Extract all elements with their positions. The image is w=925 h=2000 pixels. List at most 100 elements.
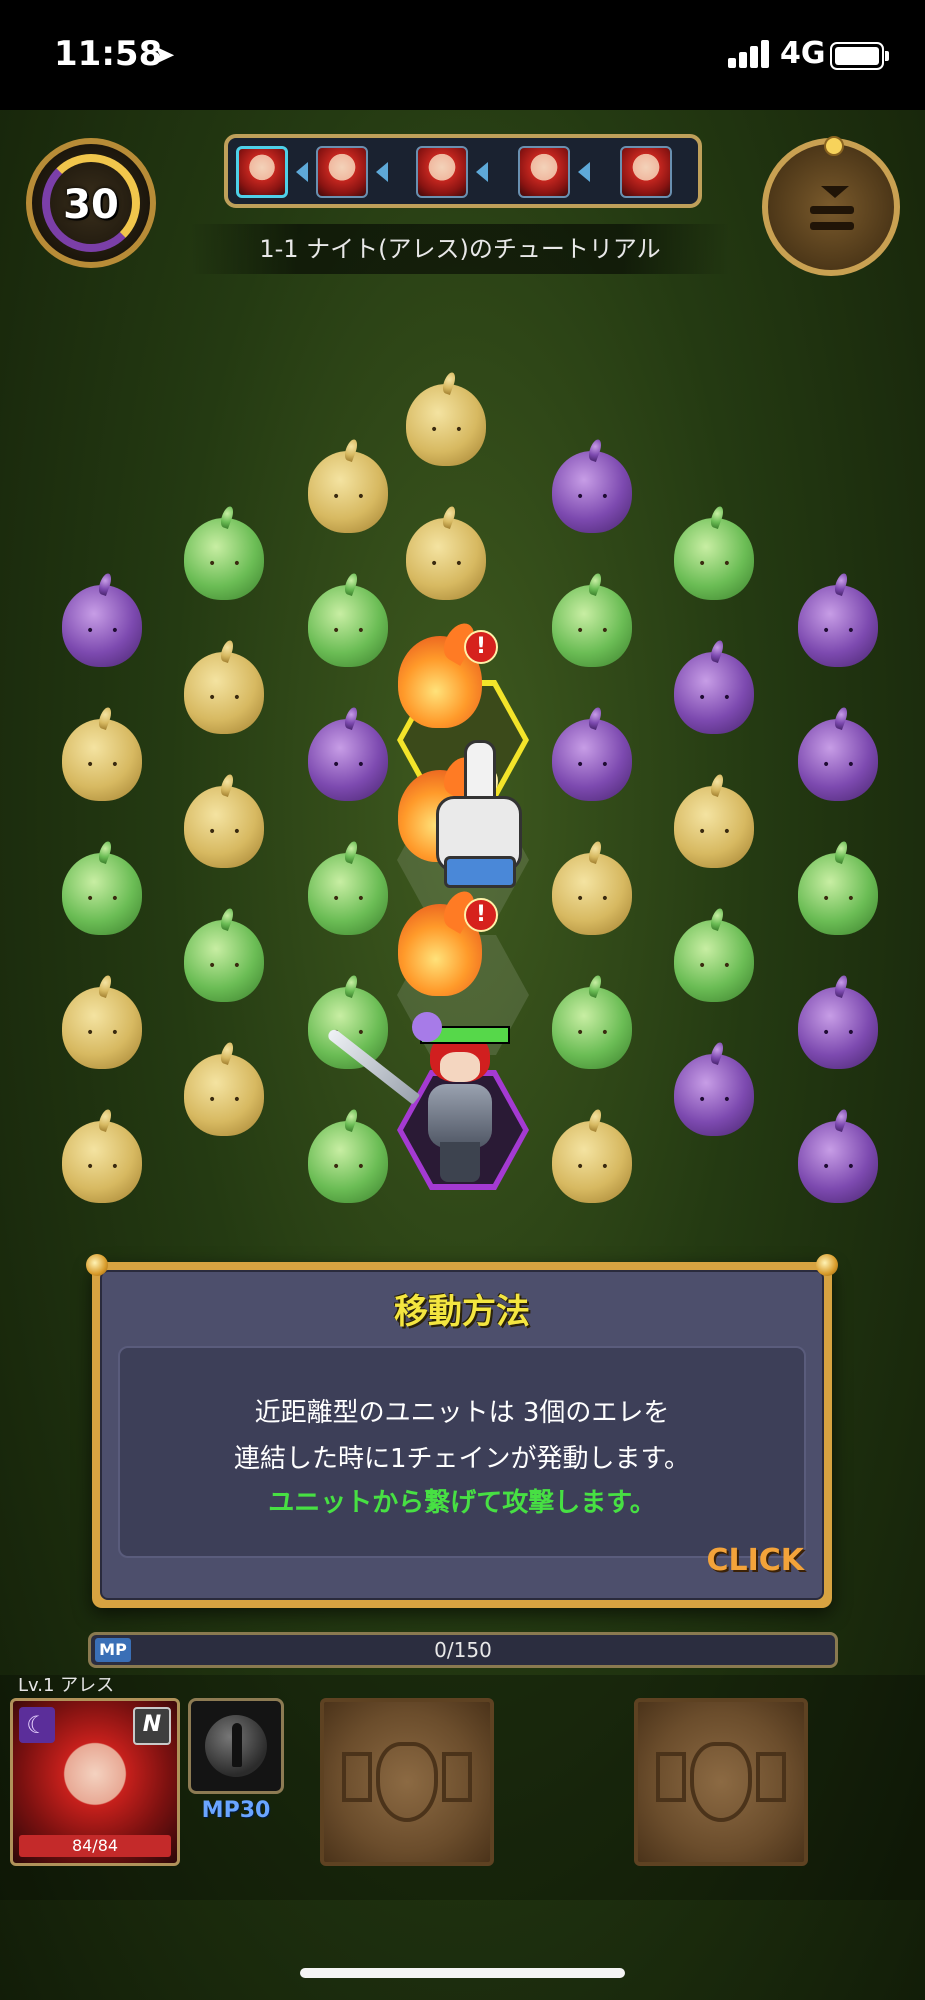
dialog-line-1: 近距離型のユニットは 3個のエレを bbox=[254, 1398, 670, 1428]
ele-tile[interactable]: • • bbox=[44, 561, 162, 679]
ele-tile[interactable]: • • bbox=[166, 762, 284, 880]
ele-tile[interactable]: • • bbox=[780, 561, 898, 679]
menu-arrow-icon bbox=[821, 186, 849, 198]
yellow-ele-icon: • • bbox=[62, 719, 142, 801]
yellow-ele-icon: • • bbox=[184, 652, 264, 734]
location-arrow-icon: ➤ bbox=[152, 38, 176, 71]
dialog-line-2: 連結した時に1チェインが発動します。 bbox=[234, 1444, 690, 1474]
ele-tile[interactable]: • • bbox=[534, 427, 652, 545]
unit-level-name: Lv.1 アレス bbox=[18, 1675, 115, 1696]
menu-button[interactable] bbox=[762, 136, 900, 276]
purple-ele-icon: • • bbox=[552, 451, 632, 533]
ele-tile[interactable]: • • bbox=[166, 1030, 284, 1148]
sword-skill-icon bbox=[232, 1723, 242, 1767]
green-ele-icon: • • bbox=[552, 987, 632, 1069]
puzzle-board[interactable]: • • • • • • • • • • • • • • • • • • • • • •! • • • •… bbox=[0, 300, 925, 1300]
purple-ele-icon: • • bbox=[674, 1054, 754, 1136]
ele-tile[interactable]: • • bbox=[166, 628, 284, 746]
green-ele-icon: • • bbox=[308, 987, 388, 1069]
purple-ele-icon: • • bbox=[798, 719, 878, 801]
ele-tile[interactable]: • • bbox=[290, 1097, 408, 1215]
green-ele-icon: • • bbox=[184, 920, 264, 1002]
queue-portrait bbox=[416, 146, 468, 198]
unit-hp-text: 84/84 bbox=[71, 1836, 119, 1855]
queue-arrow-icon bbox=[476, 162, 488, 182]
dialog-line-3: ユニットから繋げて攻撃します。 bbox=[268, 1488, 656, 1518]
ele-tile[interactable]: • • bbox=[656, 896, 774, 1014]
ele-tile[interactable]: • • bbox=[44, 829, 162, 947]
status-bar: 11:58 ➤ 4G bbox=[0, 0, 925, 110]
click-prompt[interactable]: CLICK bbox=[706, 1543, 804, 1578]
yellow-ele-icon: • • bbox=[184, 1054, 264, 1136]
ele-tile[interactable]: • • bbox=[290, 829, 408, 947]
green-ele-icon: • • bbox=[62, 853, 142, 935]
corner-stud-icon bbox=[816, 1254, 838, 1276]
ele-tile[interactable]: • • bbox=[656, 1030, 774, 1148]
stage-title: 1-1 ナイト(アレス)のチュートリアル bbox=[190, 224, 730, 274]
menu-gem-icon bbox=[824, 136, 844, 156]
ele-tile[interactable]: • • bbox=[534, 695, 652, 813]
ele-tile[interactable]: • • bbox=[780, 695, 898, 813]
ele-tile[interactable]: • • bbox=[290, 561, 408, 679]
empty-unit-slot[interactable] bbox=[634, 1698, 808, 1866]
pet-icon bbox=[412, 1012, 442, 1042]
yellow-ele-icon: • • bbox=[308, 451, 388, 533]
yellow-ele-icon: • • bbox=[406, 518, 486, 600]
ele-tile[interactable]: • • bbox=[780, 829, 898, 947]
queue-portrait bbox=[236, 146, 288, 198]
ele-tile[interactable]: • • bbox=[534, 829, 652, 947]
game-screen: 11:58 ➤ 4G 30 1-1 ナイト(アレス)のチュートリアル • • •… bbox=[0, 0, 925, 2000]
ele-tile[interactable]: • • bbox=[44, 1097, 162, 1215]
ele-tile[interactable]: • • bbox=[166, 896, 284, 1014]
green-ele-icon: • • bbox=[308, 1121, 388, 1203]
rank-badge: N bbox=[133, 1707, 171, 1745]
corner-stud-icon bbox=[86, 1254, 108, 1276]
unit-hp-bar: 84/84 bbox=[19, 1835, 171, 1857]
skill-button[interactable] bbox=[188, 1698, 284, 1794]
green-ele-icon: • • bbox=[184, 518, 264, 600]
hero-unit[interactable] bbox=[400, 1030, 520, 1190]
purple-ele-icon: • • bbox=[798, 585, 878, 667]
ele-tile[interactable]: • • bbox=[656, 628, 774, 746]
queue-portrait bbox=[316, 146, 368, 198]
green-ele-icon: • • bbox=[674, 518, 754, 600]
unit-turn-queue bbox=[224, 134, 702, 208]
pointer-hand-icon bbox=[430, 740, 522, 890]
moon-element-icon: ☾ bbox=[19, 1707, 55, 1743]
unit-portrait[interactable]: ☾ N 84/84 bbox=[10, 1698, 180, 1866]
ele-tile[interactable]: • • bbox=[656, 762, 774, 880]
queue-portrait bbox=[518, 146, 570, 198]
ele-tile[interactable]: • • bbox=[534, 561, 652, 679]
yellow-ele-icon: • • bbox=[184, 786, 264, 868]
ele-tile[interactable]: • • bbox=[656, 494, 774, 612]
green-ele-icon: • • bbox=[798, 853, 878, 935]
queue-arrow-icon bbox=[296, 162, 308, 182]
mp-bar: MP 0/150 bbox=[88, 1632, 838, 1668]
ele-tile[interactable]: • • bbox=[44, 695, 162, 813]
battery-icon bbox=[830, 42, 889, 70]
tutorial-dialog[interactable]: 移動方法 近距離型のユニットは 3個のエレを 連結した時に1チェインが発動します… bbox=[86, 1254, 838, 1608]
yellow-ele-icon: • • bbox=[62, 1121, 142, 1203]
ele-tile[interactable]: • • bbox=[534, 963, 652, 1081]
empty-unit-slot[interactable] bbox=[320, 1698, 494, 1866]
ele-tile[interactable]: • • bbox=[44, 963, 162, 1081]
ele-tile[interactable]: • • bbox=[290, 695, 408, 813]
queue-portrait bbox=[620, 146, 672, 198]
ele-tile[interactable]: • • bbox=[290, 963, 408, 1081]
purple-ele-icon: • • bbox=[308, 719, 388, 801]
queue-arrow-icon bbox=[376, 162, 388, 182]
turn-counter: 30 bbox=[26, 138, 156, 268]
ele-tile[interactable]: • • bbox=[166, 494, 284, 612]
ele-tile[interactable]: • • bbox=[534, 1097, 652, 1215]
green-ele-icon: • • bbox=[308, 585, 388, 667]
ele-tile[interactable]: • • bbox=[780, 1097, 898, 1215]
signal-icon bbox=[728, 40, 770, 68]
purple-ele-icon: • • bbox=[62, 585, 142, 667]
skill-mp-cost: MP30 bbox=[201, 1798, 271, 1823]
network-type: 4G bbox=[780, 36, 826, 71]
queue-arrow-icon bbox=[578, 162, 590, 182]
alert-icon: ! bbox=[464, 898, 498, 932]
yellow-ele-icon: • • bbox=[62, 987, 142, 1069]
yellow-ele-icon: • • bbox=[674, 786, 754, 868]
ele-tile[interactable]: • • bbox=[780, 963, 898, 1081]
